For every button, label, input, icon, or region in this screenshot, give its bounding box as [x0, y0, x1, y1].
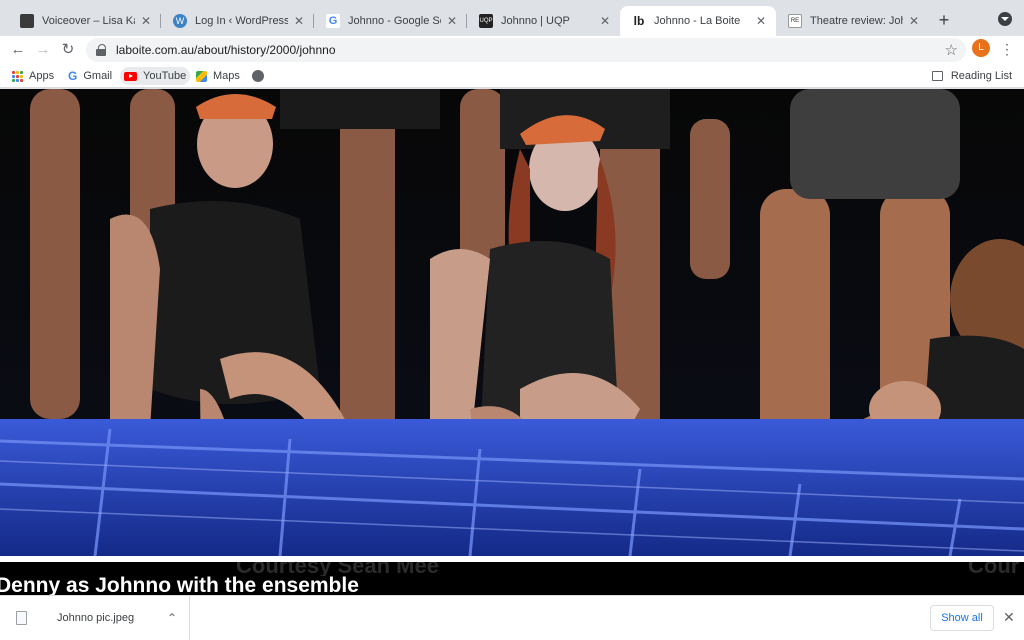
file-icon — [16, 611, 27, 625]
bookmarks-bar: Apps G Gmail YouTube Maps Reading List — [0, 64, 1024, 88]
bookmark-star-icon[interactable]: ☆ — [945, 41, 958, 59]
forward-arrow-icon[interactable]: → — [33, 40, 53, 60]
reload-icon[interactable]: ↻ — [58, 40, 78, 60]
tab-title: Johnno | UQP — [501, 15, 570, 27]
bookmark-gmail[interactable]: G Gmail — [64, 67, 116, 85]
news-icon: RE — [788, 14, 802, 28]
close-icon[interactable]: ✕ — [445, 14, 459, 28]
lisa-kate-favicon — [20, 14, 34, 28]
profile-avatar[interactable]: L — [972, 39, 990, 57]
bookmark-label: Gmail — [83, 70, 113, 82]
show-all-button[interactable]: Show all — [930, 605, 994, 631]
close-icon[interactable]: ✕ — [907, 14, 921, 28]
new-tab-button[interactable]: + — [934, 10, 954, 30]
tab-wordpress[interactable]: W Log In ‹ WordPress.c ✕ — [161, 6, 314, 36]
la-boite-icon: lb — [632, 14, 646, 28]
bookmark-apps[interactable]: Apps — [8, 67, 58, 85]
page-content: Courtesy Sean Mee Cour Denny as Johnno w… — [0, 89, 1024, 595]
bookmark-globe[interactable] — [248, 67, 268, 85]
uqp-icon: UQP — [479, 14, 493, 28]
close-icon[interactable]: ✕ — [754, 14, 768, 28]
bookmark-label: YouTube — [143, 70, 187, 82]
tab-google-search[interactable]: G Johnno - Google Search ✕ — [314, 6, 467, 36]
address-bar[interactable]: laboite.com.au/about/history/2000/johnno… — [86, 38, 966, 62]
close-icon[interactable]: ✕ — [139, 14, 153, 28]
tab-voiceover[interactable]: Voiceover – Lisa Kate L ✕ — [8, 6, 161, 36]
bookmark-maps[interactable]: Maps — [192, 67, 244, 85]
reading-list-label: Reading List — [950, 70, 1012, 82]
toolbar: ← → ↻ laboite.com.au/about/history/2000/… — [0, 36, 1024, 64]
bookmark-label: Apps — [29, 70, 55, 82]
wordpress-icon: W — [173, 14, 187, 28]
url-text[interactable]: laboite.com.au/about/history/2000/johnno — [116, 43, 336, 57]
youtube-icon — [124, 71, 137, 81]
photo-caption: Denny as Johnno with the ensemble — [0, 574, 359, 595]
bookmark-youtube[interactable]: YouTube — [120, 67, 191, 85]
globe-icon — [252, 70, 264, 82]
more-menu-icon[interactable]: ⋮ — [1000, 39, 1014, 59]
tab-title: Voiceover – Lisa Kate L — [42, 15, 135, 27]
tab-search-icon[interactable] — [998, 12, 1012, 26]
tab-title: Theatre review: Johnno — [810, 15, 903, 27]
reading-list-icon — [931, 71, 943, 81]
download-bar: Johnno pic.jpeg ⌃ Show all ✕ — [0, 595, 1024, 640]
lock-icon[interactable] — [96, 44, 106, 56]
production-photo — [0, 89, 1024, 556]
chevron-up-icon[interactable]: ⌃ — [167, 611, 177, 625]
bookmark-label: Maps — [213, 70, 240, 82]
close-icon[interactable]: ✕ — [598, 14, 612, 28]
reading-list-button[interactable]: Reading List — [931, 67, 1012, 85]
maps-icon — [196, 70, 207, 82]
tab-strip: Voiceover – Lisa Kate L ✕ W Log In ‹ Wor… — [0, 0, 1024, 36]
download-item[interactable]: Johnno pic.jpeg ⌃ — [0, 596, 190, 640]
tab-title: Johnno - La Boite — [654, 15, 741, 27]
download-file-name[interactable]: Johnno pic.jpeg — [57, 612, 167, 624]
close-icon[interactable]: ✕ — [292, 14, 306, 28]
apps-grid-icon — [12, 70, 23, 82]
close-icon[interactable]: ✕ — [1003, 609, 1015, 626]
back-arrow-icon[interactable]: ← — [8, 40, 28, 60]
google-icon: G — [326, 14, 340, 28]
tab-theatre-review[interactable]: RE Theatre review: Johnno ✕ — [776, 6, 929, 36]
google-icon: G — [68, 69, 78, 83]
tab-title: Johnno - Google Search — [348, 15, 441, 27]
photo-credit-text-next: Cour — [968, 562, 1020, 576]
tab-uqp[interactable]: UQP Johnno | UQP ✕ — [467, 6, 620, 36]
tab-la-boite[interactable]: lb Johnno - La Boite ✕ — [620, 6, 776, 36]
tab-title: Log In ‹ WordPress.c — [195, 15, 288, 27]
